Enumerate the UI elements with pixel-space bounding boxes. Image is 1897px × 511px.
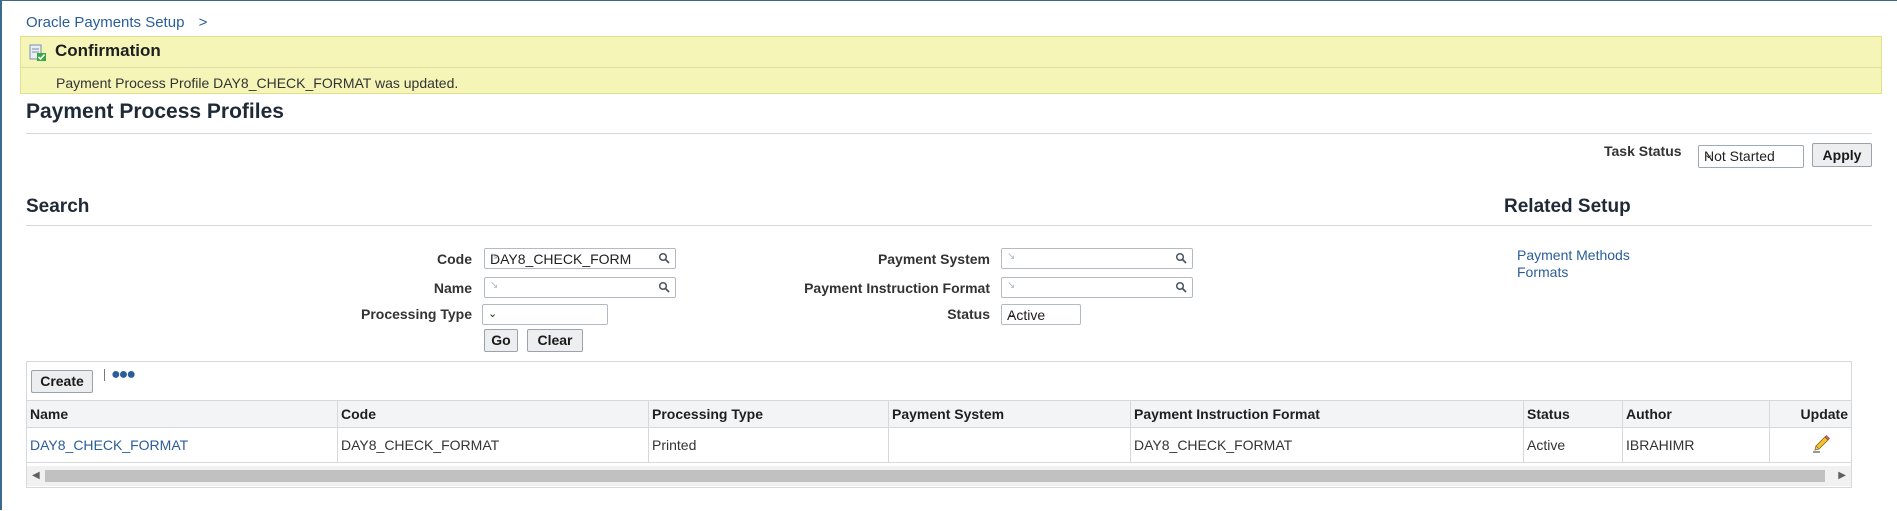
chevron-down-icon: ⌄ <box>488 308 498 320</box>
column-header-code[interactable]: Code <box>337 400 649 428</box>
search-icon[interactable] <box>658 252 670 264</box>
name-input[interactable]: ↘ <box>484 277 676 298</box>
results-table: Name Code Processing Type Payment System… <box>27 400 1851 463</box>
cell-payment-system <box>888 427 1131 463</box>
search-icon[interactable] <box>1175 281 1187 293</box>
column-header-processing-type[interactable]: Processing Type <box>648 400 889 428</box>
related-link-formats[interactable]: Formats <box>1517 264 1568 280</box>
processing-type-label: Processing Type <box>360 306 472 322</box>
profile-name-link[interactable]: DAY8_CHECK_FORMAT <box>30 437 188 453</box>
breadcrumb: Oracle Payments Setup > <box>26 14 207 31</box>
task-status-label: Task Status <box>1604 143 1682 159</box>
related-divider <box>1504 225 1872 226</box>
search-divider <box>26 225 1506 226</box>
column-header-payment-instruction-format[interactable]: Payment Instruction Format <box>1130 400 1524 428</box>
related-link-payment-methods[interactable]: Payment Methods <box>1517 247 1630 263</box>
column-header-status[interactable]: Status <box>1523 400 1623 428</box>
confirmation-check-icon <box>29 44 46 61</box>
code-input[interactable]: DAY8_CHECK_FORM ↘ <box>484 248 676 269</box>
confirmation-message: Payment Process Profile DAY8_CHECK_FORMA… <box>56 75 459 91</box>
related-setup-title: Related Setup <box>1504 196 1631 217</box>
cell-author: IBRAHIMR <box>1622 427 1770 463</box>
cell-payment-instruction-format: DAY8_CHECK_FORMAT <box>1130 427 1524 463</box>
table-toolbar: Create ●●● <box>27 362 1851 400</box>
column-header-payment-system[interactable]: Payment System <box>888 400 1131 428</box>
create-button[interactable]: Create <box>31 370 93 393</box>
lov-arrow-icon: ↘ <box>490 280 499 291</box>
scrollbar-thumb[interactable] <box>45 470 1825 482</box>
clear-button[interactable]: Clear <box>527 329 583 352</box>
table-header-row: Name Code Processing Type Payment System… <box>27 400 1851 428</box>
code-label: Code <box>437 251 472 267</box>
search-icon[interactable] <box>1175 252 1187 264</box>
processing-type-select[interactable]: ⌄ <box>482 304 608 325</box>
column-header-update: Update <box>1769 400 1851 428</box>
apply-button[interactable]: Apply <box>1812 143 1872 167</box>
confirmation-header: Confirmation <box>21 37 1881 68</box>
ellipsis-icon[interactable]: ●●● <box>111 366 136 384</box>
cell-code: DAY8_CHECK_FORMAT <box>337 427 649 463</box>
confirmation-banner: Confirmation Payment Process Profile DAY… <box>20 36 1882 94</box>
search-section-title: Search <box>26 196 90 217</box>
column-header-name[interactable]: Name <box>27 400 338 428</box>
go-button[interactable]: Go <box>484 329 518 352</box>
pencil-icon[interactable] <box>1811 434 1831 454</box>
lov-arrow-icon: ↘ <box>1007 251 1016 262</box>
code-input-value: DAY8_CHECK_FORM <box>490 251 632 267</box>
breadcrumb-link-payments-setup[interactable]: Oracle Payments Setup <box>26 14 184 31</box>
horizontal-scrollbar[interactable]: ◀ ▶ <box>27 466 1851 486</box>
cell-name[interactable]: DAY8_CHECK_FORMAT <box>27 427 338 463</box>
page-title: Payment Process Profiles <box>26 100 284 123</box>
table-row: DAY8_CHECK_FORMAT DAY8_CHECK_FORMAT Prin… <box>27 427 1851 463</box>
confirmation-title: Confirmation <box>55 41 161 60</box>
status-select[interactable]: Active ⌄ <box>1001 304 1081 325</box>
scroll-right-icon[interactable]: ▶ <box>1838 470 1846 481</box>
breadcrumb-separator: > <box>198 14 208 31</box>
cell-processing-type: Printed <box>648 427 889 463</box>
payment-system-label: Payment System <box>877 251 990 267</box>
lov-arrow-icon: ↘ <box>490 251 499 262</box>
cell-update <box>1769 427 1851 463</box>
search-icon[interactable] <box>658 281 670 293</box>
toolbar-separator <box>104 369 105 381</box>
results-table-region: Create ●●● Name Code Processing Type Pay… <box>26 361 1852 488</box>
chevron-down-icon: ⌄ <box>1007 308 1017 320</box>
task-status-select[interactable]: Not Started ⌄ <box>1698 145 1804 168</box>
payment-instruction-format-input[interactable]: ↘ <box>1001 277 1193 298</box>
column-header-author[interactable]: Author <box>1622 400 1770 428</box>
payment-instruction-format-label: Payment Instruction Format <box>804 280 990 296</box>
lov-arrow-icon: ↘ <box>1007 280 1016 291</box>
scroll-left-icon[interactable]: ◀ <box>32 470 40 481</box>
payment-system-input[interactable]: ↘ <box>1001 248 1193 269</box>
status-label: Status <box>947 306 990 322</box>
name-label: Name <box>433 280 472 296</box>
chevron-down-icon: ⌄ <box>1704 149 1714 161</box>
cell-status: Active <box>1523 427 1623 463</box>
title-divider <box>26 133 1872 134</box>
